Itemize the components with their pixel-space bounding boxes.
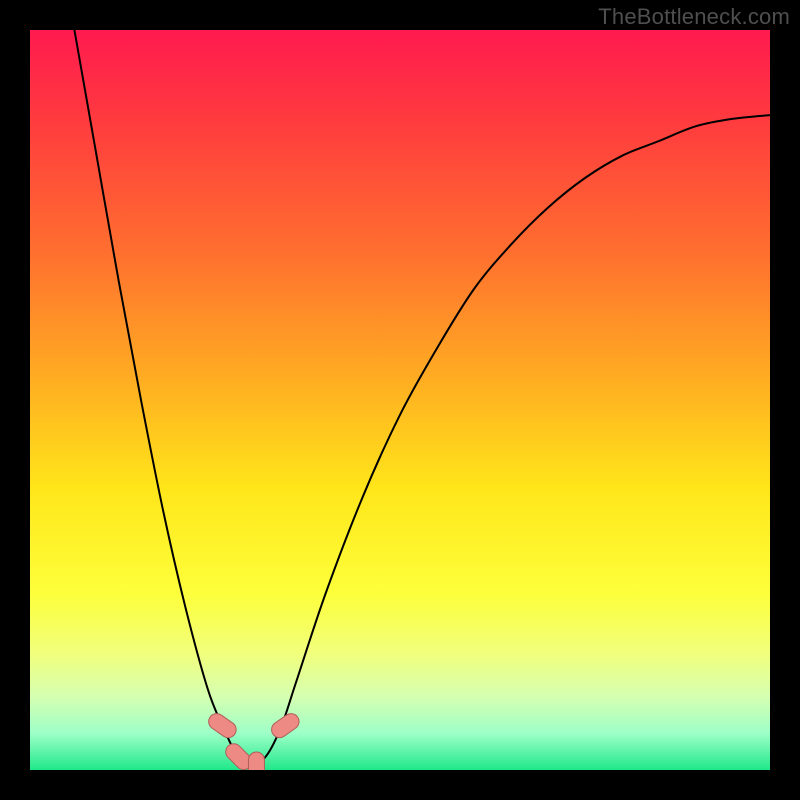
plot-svg: [30, 30, 770, 770]
curve-marker: [248, 752, 264, 770]
watermark-text: TheBottleneck.com: [598, 4, 790, 30]
bottleneck-plot: [30, 30, 770, 770]
chart-frame: TheBottleneck.com: [0, 0, 800, 800]
